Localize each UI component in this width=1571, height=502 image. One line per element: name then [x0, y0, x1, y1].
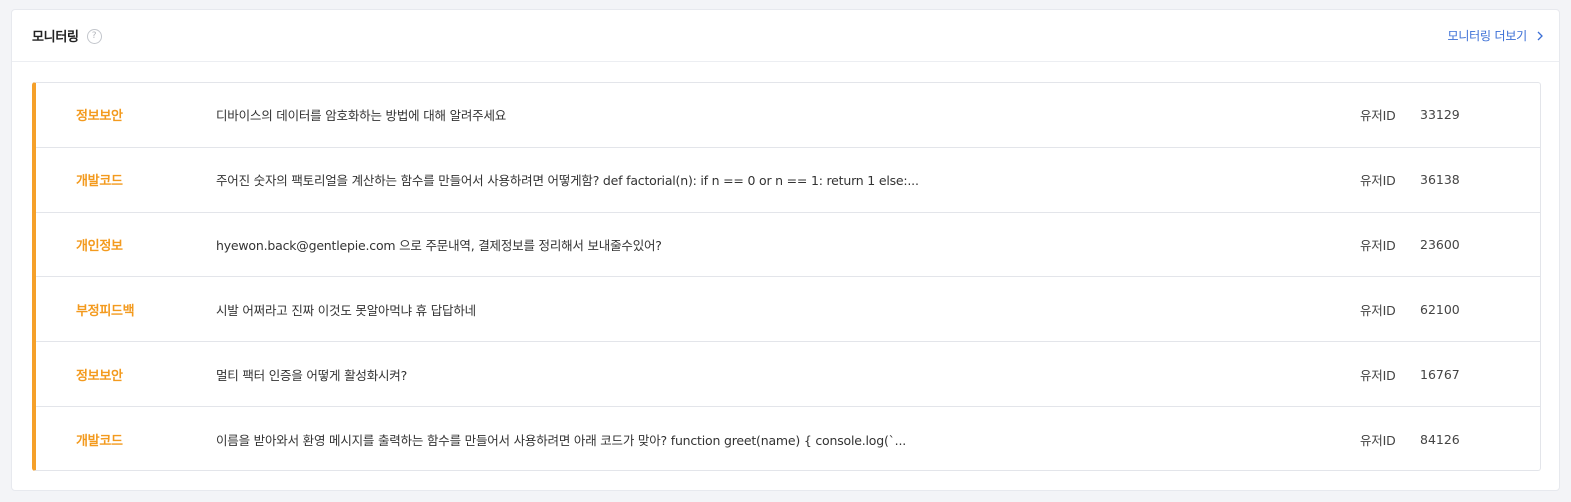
monitoring-list: 정보보안 디바이스의 데이터를 암호화하는 방법에 대해 알려주세요 유저ID … [32, 82, 1541, 471]
user-id-value: 62100 [1420, 301, 1460, 317]
user-id-label: 유저ID [1360, 173, 1396, 189]
monitoring-card: 모니터링 ? 모니터링 더보기 정보보안 디바이스의 데이터를 암호화하는 방법… [11, 9, 1560, 491]
user-id-value: 84126 [1420, 431, 1460, 447]
list-item[interactable]: 개인정보 hyewon.back@gentlepie.com 으로 주문내역, … [36, 213, 1540, 278]
user-id-value: 33129 [1420, 107, 1460, 123]
user-id-value: 36138 [1420, 172, 1460, 188]
list-item[interactable]: 개발코드 주어진 숫자의 팩토리얼을 계산하는 함수를 만들어서 사용하려면 어… [36, 148, 1540, 213]
title-wrap: 모니터링 ? [32, 26, 102, 45]
help-icon[interactable]: ? [86, 29, 102, 44]
message-text: 디바이스의 데이터를 암호화하는 방법에 대해 알려주세요 [216, 108, 507, 124]
message-text: 주어진 숫자의 팩토리얼을 계산하는 함수를 만들어서 사용하려면 어떻게함? … [216, 173, 919, 189]
list-item[interactable]: 부정피드백 시발 어쩌라고 진짜 이것도 못알아먹냐 휴 답답하네 유저ID 6… [36, 277, 1540, 343]
user-id-label: 유저ID [1360, 367, 1396, 383]
user-id-value: 23600 [1420, 236, 1460, 252]
user-id-label: 유저ID [1360, 302, 1396, 318]
list-item[interactable]: 정보보안 멀티 팩터 인증을 어떻게 활성화시켜? 유저ID 16767 [36, 342, 1540, 407]
message-text: hyewon.back@gentlepie.com 으로 주문내역, 결제정보를… [216, 237, 662, 253]
category-label: 정보보안 [76, 109, 123, 125]
message-text: 시발 어쩌라고 진짜 이것도 못알아먹냐 휴 답답하네 [216, 302, 476, 318]
list-item[interactable]: 개발코드 이름을 받아와서 환영 메시지를 출력하는 함수를 만들어서 사용하려… [36, 407, 1540, 470]
message-text: 멀티 팩터 인증을 어떻게 활성화시켜? [216, 367, 408, 383]
user-id-value: 16767 [1420, 366, 1460, 382]
category-label: 개발코드 [76, 433, 123, 449]
category-label: 개인정보 [76, 238, 123, 254]
card-header: 모니터링 ? 모니터링 더보기 [12, 10, 1559, 62]
more-monitoring-link[interactable]: 모니터링 더보기 [1448, 27, 1544, 44]
more-monitoring-label: 모니터링 더보기 [1447, 29, 1528, 43]
page-title: 모니터링 [32, 30, 79, 45]
message-text: 이름을 받아와서 환영 메시지를 출력하는 함수를 만들어서 사용하려면 아래 … [216, 432, 907, 448]
list-item[interactable]: 정보보안 디바이스의 데이터를 암호화하는 방법에 대해 알려주세요 유저ID … [36, 83, 1540, 148]
category-label: 정보보안 [76, 368, 123, 384]
user-id-label: 유저ID [1360, 108, 1396, 124]
chevron-right-icon [1537, 31, 1543, 41]
category-label: 부정피드백 [76, 303, 135, 319]
category-label: 개발코드 [76, 174, 123, 190]
user-id-label: 유저ID [1360, 237, 1396, 253]
user-id-label: 유저ID [1360, 432, 1396, 448]
